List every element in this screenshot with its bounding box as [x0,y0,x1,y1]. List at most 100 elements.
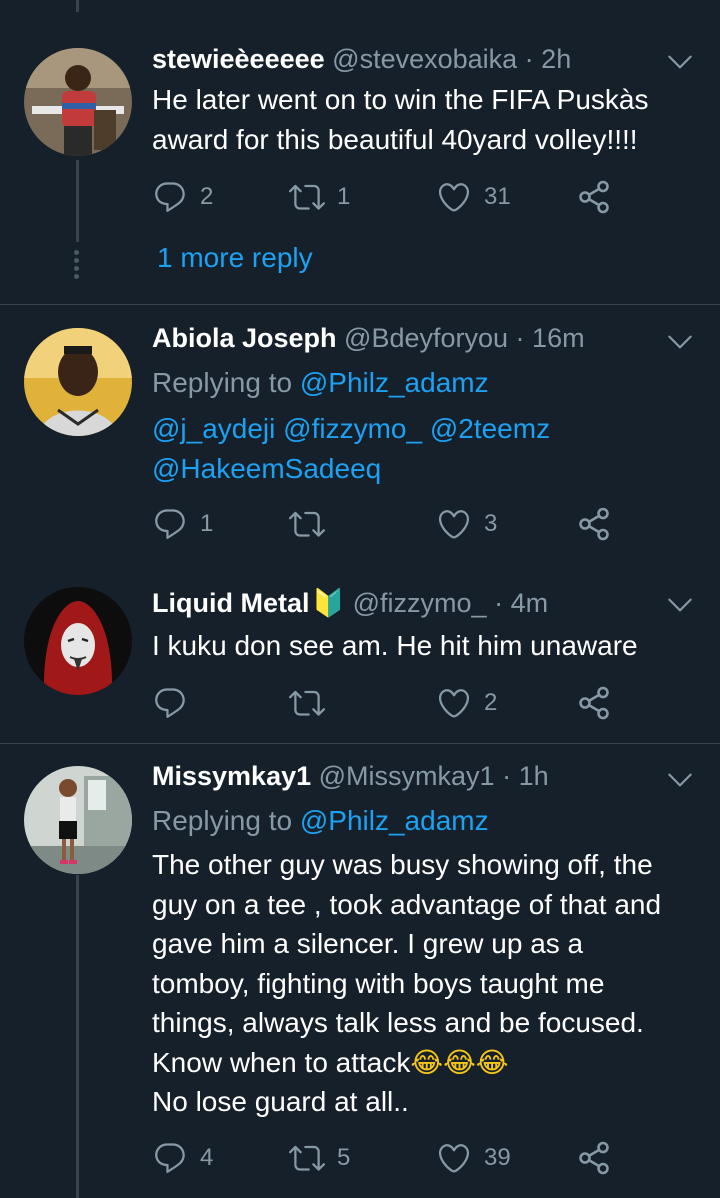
more-replies-dots [73,250,81,282]
share-icon [576,506,612,542]
retweet-icon [289,685,325,721]
reply-target-link[interactable]: @Philz_adamz [300,367,489,398]
mentions-line[interactable]: @j_aydeji @fizzymo_ @2teemz [152,409,700,449]
share-button[interactable] [576,683,624,723]
action-bar: 4 5 39 [152,1138,672,1178]
retweet-icon [289,506,325,542]
thread-line [76,0,79,12]
text-fragment: Know when to attack [152,1046,411,1078]
handle[interactable]: @Missymkay1 [319,761,495,791]
laughing-emoji: 😂😂😂 [410,1045,509,1079]
display-name[interactable]: Abiola Joseph [152,323,337,353]
replying-to: Replying to @Philz_adamz [152,363,700,403]
share-button[interactable] [576,504,624,544]
beginner-badge: 🔰 [311,588,346,619]
share-button[interactable] [576,177,624,217]
display-name[interactable]: Missymkay1 [152,761,311,791]
avatar[interactable] [24,48,132,156]
tweet-text: The other guy was busy showing off, the … [152,845,700,1122]
like-button[interactable]: 31 [436,177,511,217]
chevron-down-icon[interactable] [664,46,696,78]
text-line: The other guy was busy showing off, the [152,849,653,880]
replying-label: Replying to [152,367,300,398]
reply-icon [152,179,188,215]
heart-icon [436,506,472,542]
timestamp[interactable]: 16m [532,323,585,353]
text-line: things, always talk less and be focused. [152,1007,644,1038]
separator-dot: · [517,44,542,74]
avatar[interactable] [24,328,132,436]
timestamp[interactable]: 1h [519,761,549,791]
avatar[interactable] [24,587,132,695]
handle[interactable]: @Bdeyforyou [344,323,508,353]
like-count: 2 [484,689,498,716]
heart-icon [436,179,472,215]
text-line: Know when to attack😂😂😂 [152,1043,700,1083]
text-line: tomboy, fighting with boys taught me [152,967,605,999]
retweet-button[interactable] [289,504,337,544]
display-name[interactable]: stewieèeeeee [152,44,325,74]
reply-count: 4 [200,1144,214,1171]
share-icon [576,685,612,721]
text-line: guy on a tee , took advantage of that an… [152,888,662,920]
chevron-down-icon[interactable] [664,326,696,358]
tweet-stewie[interactable]: stewieèeeeee @stevexobaika · 2h He later… [0,0,720,304]
reply-icon [152,506,188,542]
action-bar: 2 [152,683,672,723]
like-button[interactable]: 39 [436,1138,511,1178]
like-button[interactable]: 2 [436,683,497,723]
avatar[interactable] [24,766,132,874]
timestamp[interactable]: 4m [511,588,549,618]
like-count: 31 [484,183,511,210]
timestamp[interactable]: 2h [541,44,571,74]
tweet-abiola[interactable]: Abiola Joseph @Bdeyforyou · 16m Replying… [0,305,720,565]
handle[interactable]: @fizzymo_ [353,588,487,618]
like-count: 39 [484,1144,511,1171]
reply-count: 2 [200,183,214,210]
chevron-down-icon[interactable] [664,589,696,621]
tweet-header: Liquid Metal🔰 @fizzymo_ · 4m [152,587,660,627]
thread-line [76,160,79,242]
like-button[interactable]: 3 [436,504,497,544]
tweet-header: stewieèeeeee @stevexobaika · 2h [152,44,660,84]
retweet-count: 1 [337,183,351,210]
separator-dot: · [494,761,519,791]
action-bar: 2 1 31 [152,177,672,217]
retweet-icon [289,179,325,215]
reply-icon [152,1140,188,1176]
reply-icon [152,685,188,721]
tweet-missymkay[interactable]: Missymkay1 @Missymkay1 · 1h Replying to … [0,744,720,1198]
retweet-button[interactable] [289,683,337,723]
retweet-button[interactable]: 5 [289,1138,350,1178]
share-button[interactable] [576,1138,624,1178]
share-icon [576,179,612,215]
retweet-count: 5 [337,1144,351,1171]
tweet-liquid-metal[interactable]: Liquid Metal🔰 @fizzymo_ · 4m I kuku don … [0,570,720,743]
heart-icon [436,685,472,721]
reply-button[interactable]: 1 [152,504,213,544]
reply-count: 1 [200,510,214,537]
heart-icon [436,1140,472,1176]
more-replies-link[interactable]: 1 more reply [157,242,313,274]
chevron-down-icon[interactable] [664,764,696,796]
separator-dot: · [486,588,511,618]
tweet-text: I kuku don see am. He hit him unaware [152,630,638,661]
reply-target-link[interactable]: @Philz_adamz [300,805,489,836]
retweet-icon [289,1140,325,1176]
reply-button[interactable] [152,683,200,723]
like-count: 3 [484,510,498,537]
display-name[interactable]: Liquid Metal [152,588,310,618]
text-line: gave him a silencer. I grew up as a [152,928,584,959]
handle[interactable]: @stevexobaika [332,44,517,74]
replying-to: Replying to @Philz_adamz [152,801,700,841]
action-bar: 1 3 [152,504,672,544]
mentions-line[interactable]: @HakeemSadeeq [152,449,700,489]
retweet-button[interactable]: 1 [289,177,350,217]
tweet-header: Missymkay1 @Missymkay1 · 1h [152,761,660,801]
reply-button[interactable]: 4 [152,1138,213,1178]
tweet-header: Abiola Joseph @Bdeyforyou · 16m [152,323,660,363]
share-icon [576,1140,612,1176]
reply-button[interactable]: 2 [152,177,213,217]
separator-dot: · [508,323,533,353]
thread-line [76,875,79,1198]
